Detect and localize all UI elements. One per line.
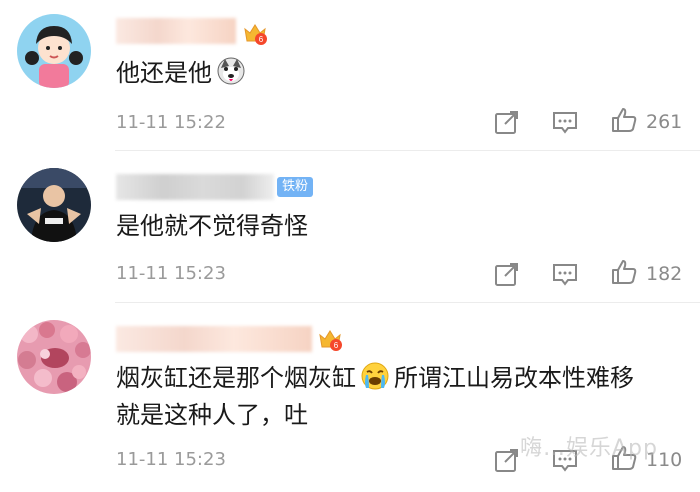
like-count: 261: [646, 111, 683, 133]
vip-crown-icon: 6: [242, 20, 268, 46]
comment-text: 是他就不觉得奇怪: [116, 212, 308, 240]
comment-text-line-2: 就是这种人了，吐: [116, 401, 308, 429]
comment-time: 11-11 15:23: [116, 263, 226, 284]
avatar[interactable]: [17, 320, 91, 394]
username-blurred[interactable]: [116, 326, 312, 352]
svg-text:6: 6: [334, 341, 339, 350]
watermark: 嗨…娱乐App: [520, 436, 658, 461]
comment-icon[interactable]: [551, 108, 579, 136]
comment-item-2: 铁粉 是他就不觉得奇怪 11-11 15:23 182: [0, 150, 700, 300]
svg-text:6: 6: [259, 35, 264, 44]
username-blurred[interactable]: [116, 174, 274, 200]
forward-icon[interactable]: [493, 108, 521, 136]
comment-item-3: 6 烟灰缸还是那个烟灰缸 所谓江山易改本性难移 就是这种人了，吐 11-11 15…: [0, 302, 700, 492]
vip-crown-icon: 6: [317, 326, 343, 352]
avatar[interactable]: [17, 14, 91, 88]
comment-time: 11-11 15:22: [116, 112, 226, 133]
username-blurred[interactable]: [116, 18, 236, 44]
forward-icon[interactable]: [493, 260, 521, 288]
like-icon[interactable]: [610, 106, 638, 134]
comment-icon[interactable]: [551, 260, 579, 288]
crying-face-icon: [360, 361, 390, 391]
like-count: 182: [646, 263, 683, 285]
comment-text: 他还是他: [116, 53, 250, 93]
avatar[interactable]: [17, 168, 91, 242]
like-icon[interactable]: [610, 258, 638, 286]
comment-text-line-1: 烟灰缸还是那个烟灰缸 所谓江山易改本性难移: [116, 358, 634, 398]
fan-badge: 铁粉: [277, 177, 314, 197]
forward-icon[interactable]: [493, 446, 521, 474]
dog-face-icon: [216, 56, 246, 86]
comment-item-1: 6 他还是他 11-11 15:22 261: [0, 0, 700, 150]
comment-time: 11-11 15:23: [116, 449, 226, 470]
